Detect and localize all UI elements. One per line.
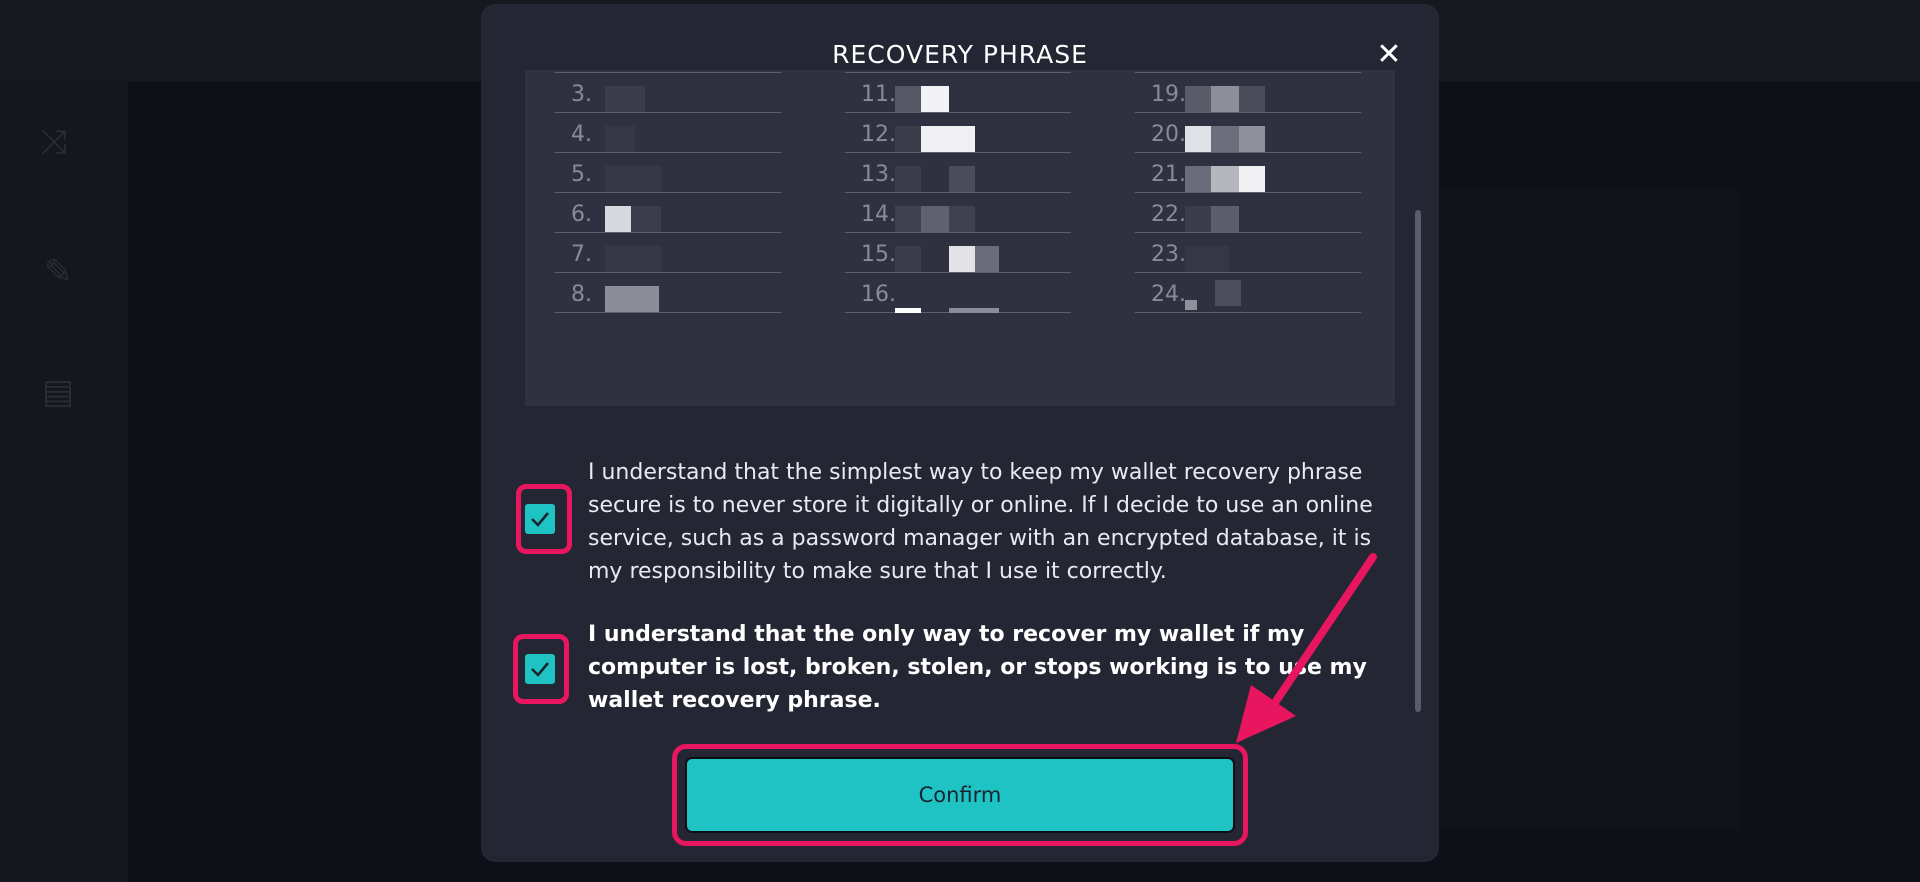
phrase-row: 24. xyxy=(1135,272,1361,313)
background-nav-icon: ▤ xyxy=(42,372,75,412)
phrase-row: 12. xyxy=(845,112,1071,153)
phrase-word-redacted xyxy=(605,286,661,316)
phrase-row: 23. xyxy=(1135,232,1361,273)
phrase-row: 5. xyxy=(555,152,781,193)
agreement-text: I understand that the only way to recove… xyxy=(588,622,1367,713)
background-panel xyxy=(1440,190,1740,830)
phrase-grid: 3. 4. 5. 6. 7. 8. 11. 12. 13. 14. 15. 16… xyxy=(525,70,1395,406)
phrase-row: 11. xyxy=(845,72,1071,113)
phrase-row: 21. xyxy=(1135,152,1361,193)
background-nav-icon: ⤨ xyxy=(40,122,68,162)
agreement-checkbox[interactable] xyxy=(525,504,555,534)
phrase-row: 15. xyxy=(845,232,1071,273)
modal-title: RECOVERY PHRASE xyxy=(832,40,1088,69)
phrase-row: 7. xyxy=(555,232,781,273)
phrase-row: 8. xyxy=(555,272,781,313)
phrase-row: 16. xyxy=(845,272,1071,313)
phrase-row: 6. xyxy=(555,192,781,233)
phrase-word-redacted xyxy=(1185,280,1241,316)
phrase-row: 19. xyxy=(1135,72,1361,113)
background-nav-icon: ✎ xyxy=(44,252,73,292)
recovery-phrase-modal: RECOVERY PHRASE ✕ 3. 4. 5. 6. 7. 8. 11. … xyxy=(481,4,1439,862)
phrase-row: 14. xyxy=(845,192,1071,233)
close-icon[interactable]: ✕ xyxy=(1372,38,1406,72)
agreement-checkbox[interactable] xyxy=(525,654,555,684)
confirm-highlight: Confirm xyxy=(672,744,1248,846)
phrase-word-redacted xyxy=(895,286,999,316)
phrase-row: 22. xyxy=(1135,192,1361,233)
phrase-row: 13. xyxy=(845,152,1071,193)
background-sidebar: ⤨ ✎ ▤ xyxy=(0,82,128,882)
agreement-text: I understand that the simplest way to ke… xyxy=(588,460,1373,584)
phrase-row: 20. xyxy=(1135,112,1361,153)
phrase-row: 3. xyxy=(555,72,781,113)
confirm-button[interactable]: Confirm xyxy=(685,757,1235,833)
phrase-row: 4. xyxy=(555,112,781,153)
scrollbar[interactable] xyxy=(1415,210,1421,712)
checkmark-icon xyxy=(531,662,549,677)
checkmark-icon xyxy=(531,512,549,527)
